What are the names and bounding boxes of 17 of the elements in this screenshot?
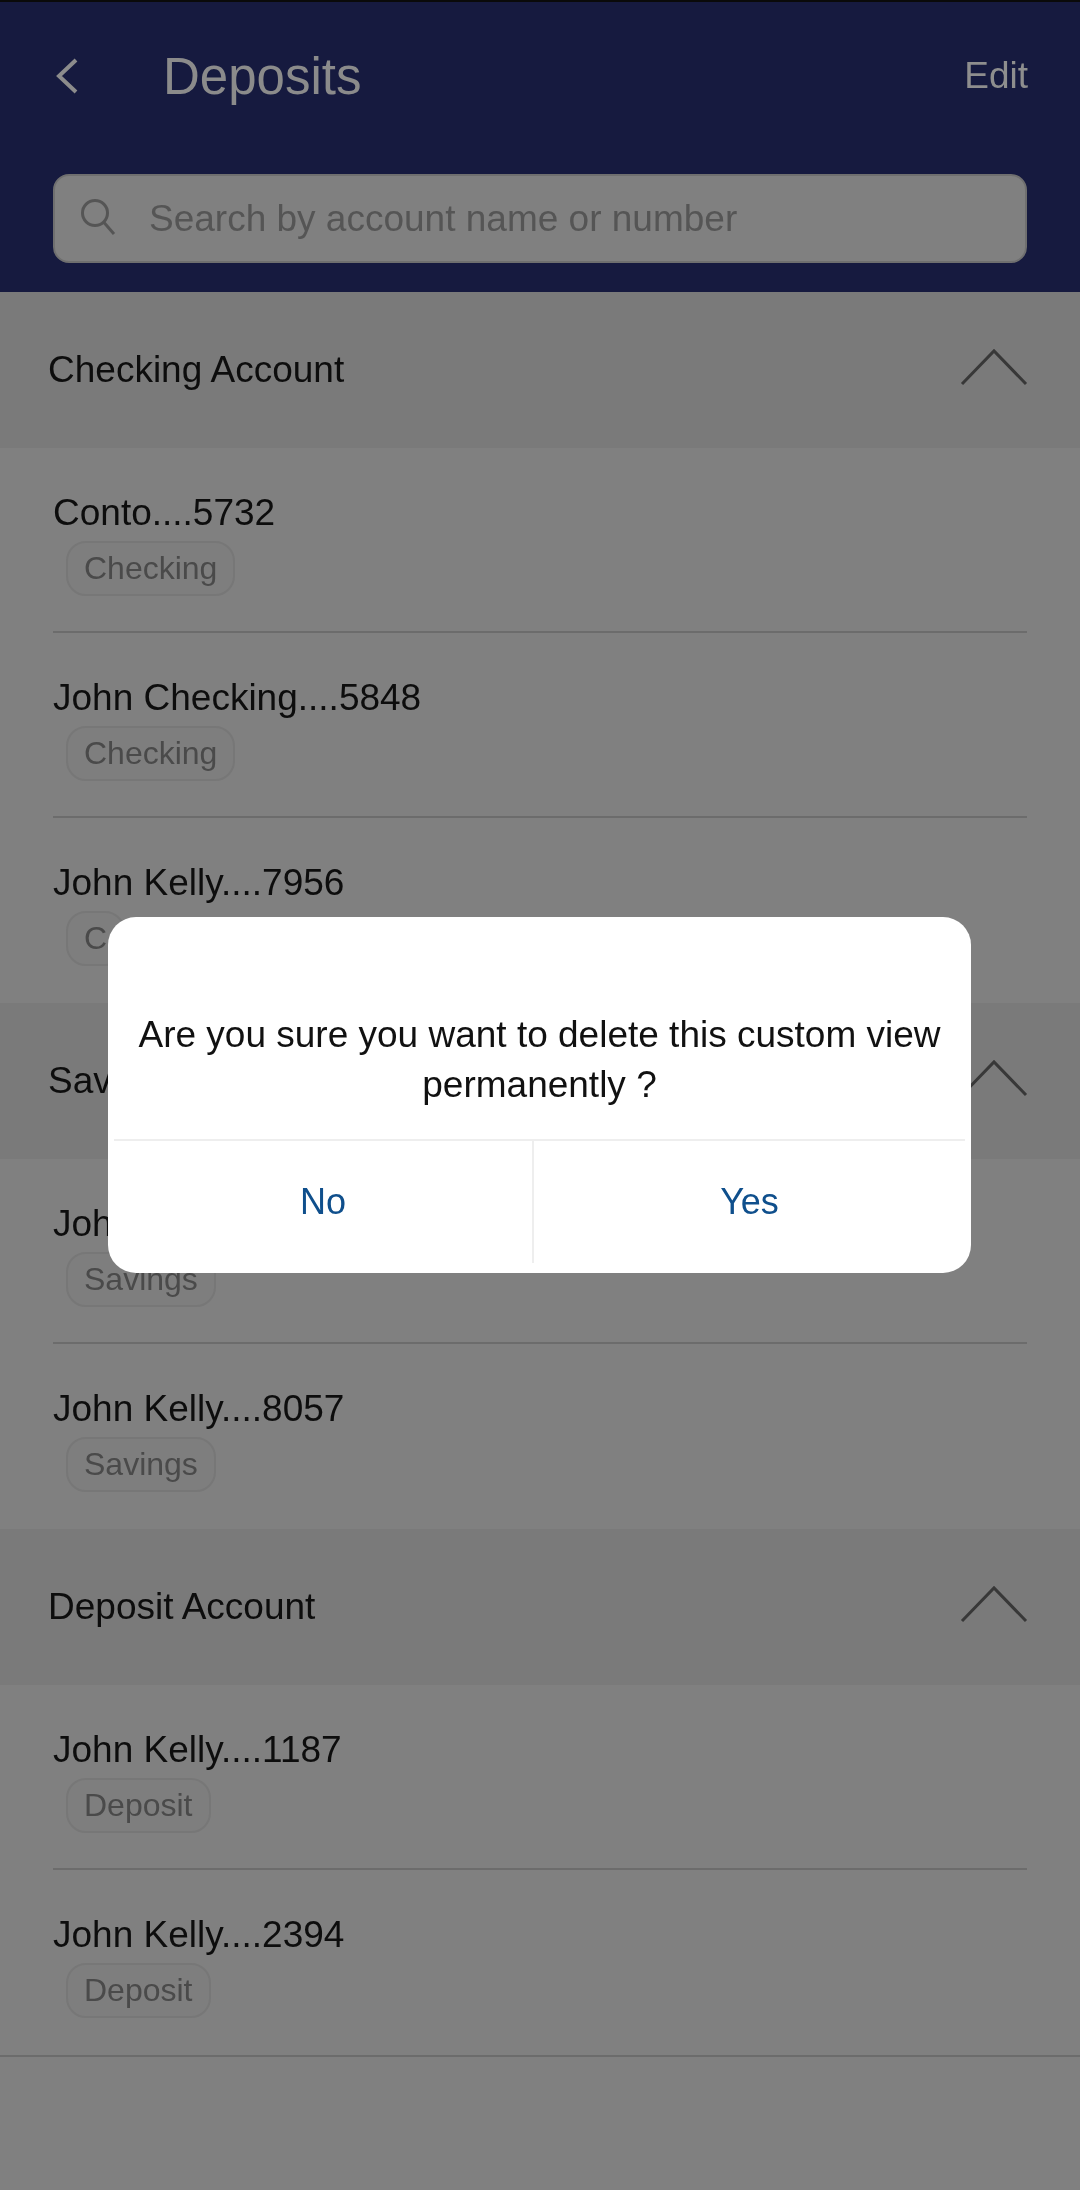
search-icon: [80, 198, 116, 236]
page-title: Deposits: [163, 46, 363, 106]
section-title: Deposit Account: [48, 1586, 316, 1628]
edit-button[interactable]: Edit: [964, 55, 1028, 97]
section-header[interactable]: Checking Account: [0, 292, 1080, 448]
account-name[interactable]: Conto....5732: [53, 489, 276, 537]
account-name[interactable]: John Kelly....2394: [53, 1911, 345, 1959]
back-icon[interactable]: [55, 58, 79, 94]
dialog-message: Are you sure you want to delete this custom view permanently ?: [137, 1013, 942, 1107]
dialog-button[interactable]: Yes: [534, 1141, 965, 1273]
account-name[interactable]: John Checking....5848: [53, 674, 422, 722]
section-title: Checking Account: [48, 349, 345, 391]
account-name[interactable]: John Kelly....8057: [53, 1385, 345, 1433]
section-title: Sav: [48, 1060, 112, 1102]
account-name[interactable]: John Kelly....1187: [53, 1726, 342, 1774]
section-header[interactable]: Deposit Account: [0, 1529, 1080, 1685]
account-name[interactable]: John Kelly....7956: [53, 859, 345, 907]
